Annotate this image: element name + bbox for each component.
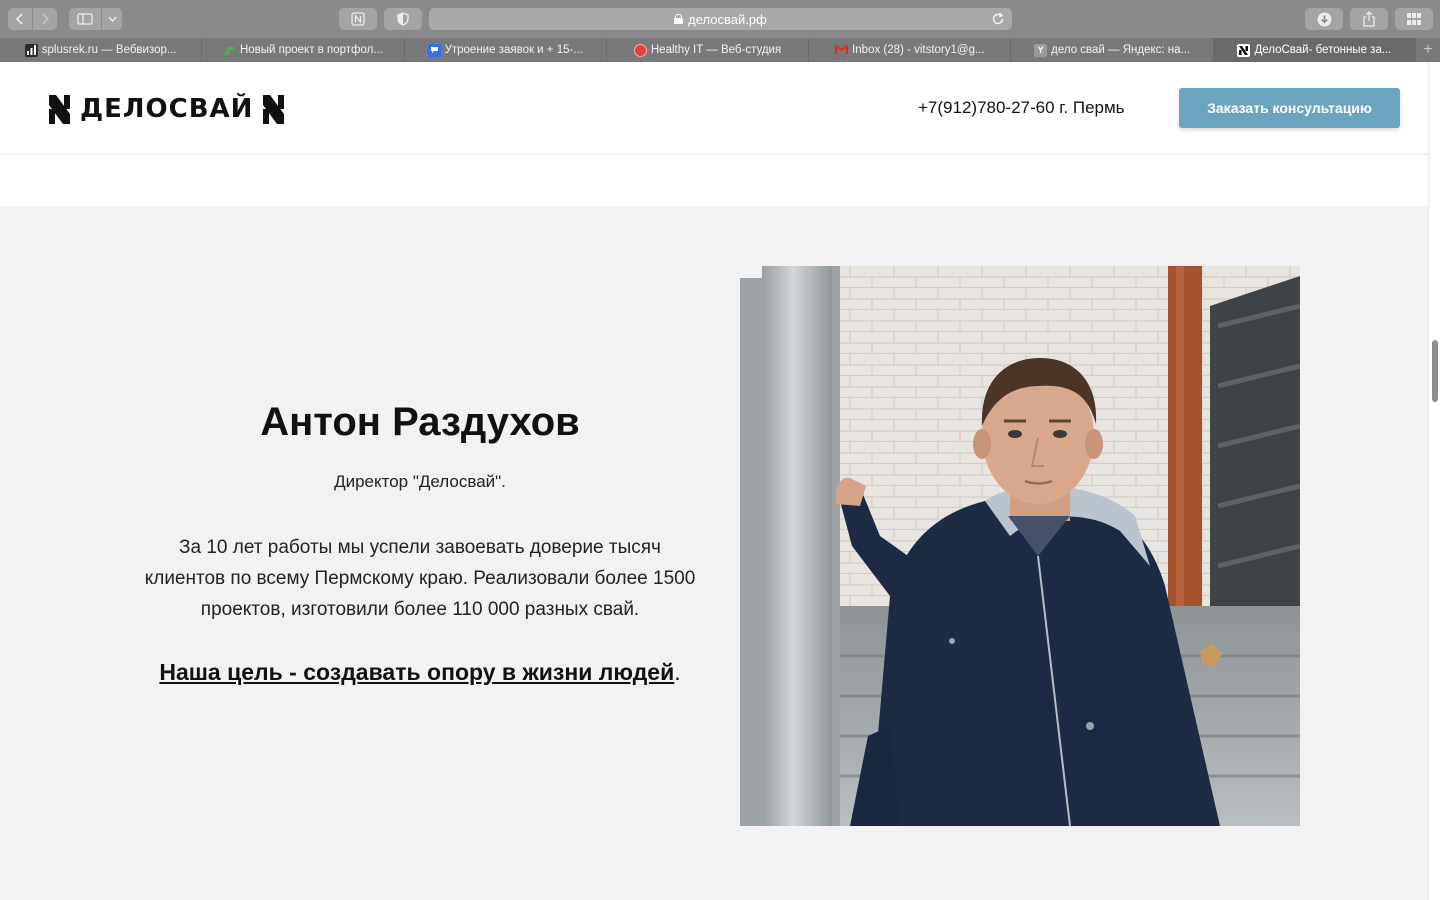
plus-icon: +: [1423, 41, 1433, 58]
bar-chart-icon: [24, 43, 38, 57]
grid-icon: [1407, 13, 1421, 25]
tab-label: Новый проект в портфол...: [239, 44, 383, 56]
site-header: ДЕЛОСВАЙ +7(912)780-27-60 г. Пермь Заказ…: [0, 62, 1428, 153]
logo-mark-icon: [49, 94, 70, 124]
director-section: Антон Раздухов Директор "Делосвай". За 1…: [0, 206, 1428, 900]
director-photo: [740, 266, 1300, 826]
delosvai-logo-icon: [1237, 43, 1251, 57]
history-nav: [8, 8, 57, 30]
tab-label: дело свай — Яндекс: на...: [1051, 44, 1191, 56]
sidebar-toggle-button[interactable]: [69, 8, 101, 30]
address-bar-url: делосвай.рф: [688, 11, 767, 27]
logo-mark-icon: [263, 94, 285, 124]
red-circle-icon: [633, 43, 647, 57]
tab-label: Inbox (28) - vitstory1@g...: [852, 44, 985, 56]
shield-icon: [397, 12, 409, 26]
scrollbar-thumb[interactable]: [1432, 340, 1438, 402]
director-text-block: Антон Раздухов Директор "Делосвай". За 1…: [140, 398, 700, 686]
chevron-down-icon: [107, 16, 117, 22]
browser-tab[interactable]: Healthy IT — Веб-студия: [607, 38, 810, 62]
share-icon: [1363, 11, 1375, 27]
order-consultation-button[interactable]: Заказать консультацию: [1179, 88, 1400, 128]
sidebar-icon: [77, 13, 93, 25]
company-goal-suffix: .: [674, 659, 681, 685]
browser-tab-active[interactable]: ДелоСвай- бетонные за...: [1213, 38, 1417, 62]
lock-icon: [674, 14, 684, 24]
browser-toolbar: делосвай.рф: [0, 0, 1440, 38]
privacy-report-button[interactable]: [384, 8, 422, 30]
browser-tab[interactable]: Новый проект в портфол...: [202, 38, 405, 62]
leaf-icon: [223, 44, 236, 57]
yandex-icon: Y: [1034, 43, 1048, 57]
company-description: За 10 лет работы мы успели завоевать дов…: [144, 537, 696, 620]
browser-tab[interactable]: Y дело свай — Яндекс: на...: [1011, 38, 1214, 62]
site-logo[interactable]: ДЕЛОСВАЙ: [49, 94, 285, 124]
sidebar-menu-button[interactable]: [102, 8, 122, 30]
browser-tab[interactable]: Утроение заявок и + 15-...: [405, 38, 607, 62]
director-name: Антон Раздухов: [260, 400, 580, 444]
director-role: Директор "Делосвай".: [334, 472, 506, 491]
tab-overview-button[interactable]: [1395, 8, 1433, 30]
tab-label: Healthy IT — Веб-студия: [650, 44, 782, 56]
reload-icon[interactable]: [990, 11, 1006, 27]
sidebar-controls: [69, 8, 122, 30]
back-button[interactable]: [8, 8, 32, 30]
chevron-right-icon: [42, 13, 50, 25]
downloads-button[interactable]: [1305, 8, 1343, 30]
page-scrollbar[interactable]: [1428, 62, 1440, 900]
company-goal-link[interactable]: Наша цель - создавать опору в жизни люде…: [159, 659, 674, 685]
tab-label: splusrek.ru — Вебвизор...: [41, 44, 177, 56]
new-tab-button[interactable]: +: [1416, 38, 1440, 62]
address-bar[interactable]: делосвай.рф: [429, 8, 1012, 30]
logo-wordmark: ДЕЛОСВАЙ: [80, 94, 254, 124]
forward-button[interactable]: [33, 8, 57, 30]
gmail-icon: [835, 44, 849, 57]
header-phone[interactable]: +7(912)780-27-60 г. Пермь: [918, 98, 1125, 118]
web-page: ДЕЛОСВАЙ +7(912)780-27-60 г. Пермь Заказ…: [0, 62, 1428, 900]
share-button[interactable]: [1350, 8, 1388, 30]
tab-label: ДелоСвай- бетонные за...: [1254, 44, 1392, 56]
tab-bar: splusrek.ru — Вебвизор... Новый проект в…: [0, 38, 1440, 62]
notion-extension-button[interactable]: [339, 8, 377, 30]
browser-tab[interactable]: splusrek.ru — Вебвизор...: [0, 38, 203, 62]
chat-bubble-icon: [427, 43, 441, 57]
download-icon: [1317, 12, 1331, 26]
chevron-left-icon: [15, 13, 23, 25]
notion-icon: [351, 12, 365, 26]
browser-tab[interactable]: Inbox (28) - vitstory1@g...: [809, 38, 1012, 62]
tab-label: Утроение заявок и + 15-...: [444, 44, 583, 56]
company-goal: Наша цель - создавать опору в жизни люде…: [140, 659, 700, 686]
